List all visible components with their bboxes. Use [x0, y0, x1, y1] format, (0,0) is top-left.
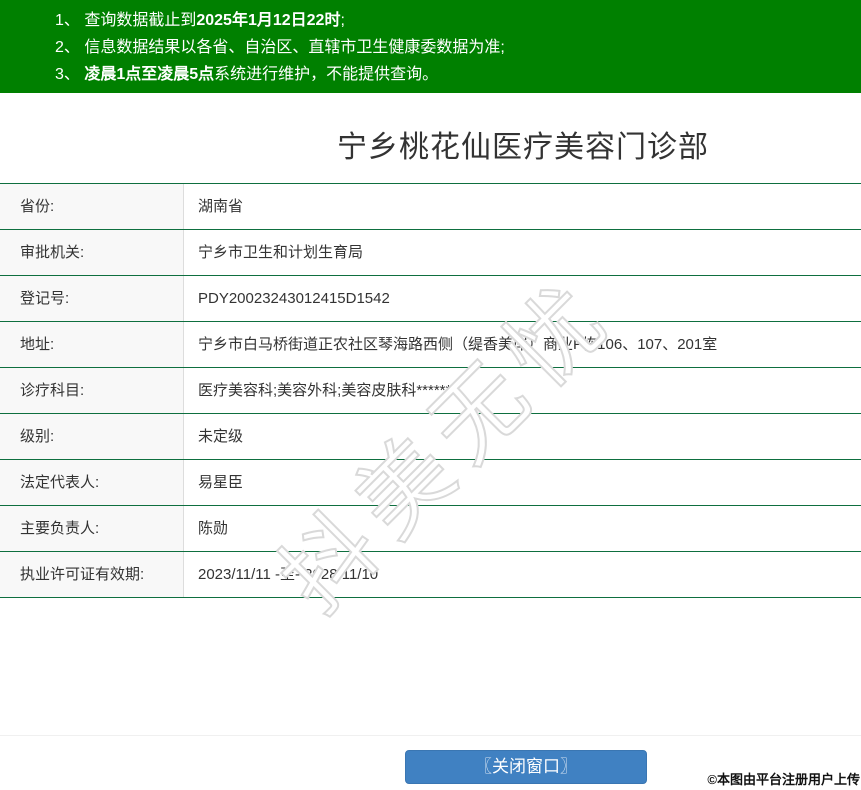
table-row: 省份: 湖南省: [0, 184, 861, 230]
table-row: 诊疗科目: 医疗美容科;美容外科;美容皮肤科******: [0, 368, 861, 414]
notice-text-bold: 2025年1月12日22时: [196, 12, 341, 29]
table-row: 地址: 宁乡市白马桥街道正农社区琴海路西侧（缇香美岸）商业F栋106、107、20…: [0, 322, 861, 368]
info-table: 省份: 湖南省 审批机关: 宁乡市卫生和计划生育局 登记号: PDY20023243012…: [0, 183, 861, 598]
close-window-button[interactable]: 〖关闭窗口〗: [405, 750, 647, 784]
row-label: 级别:: [0, 414, 184, 459]
notice-line-2: 2、 信息数据结果以各省、自治区、直辖市卫生健康委数据为准;: [55, 34, 851, 61]
row-label: 主要负责人:: [0, 506, 184, 551]
table-row: 法定代表人: 易星臣: [0, 460, 861, 506]
table-row: 级别: 未定级: [0, 414, 861, 460]
row-label: 登记号:: [0, 276, 184, 321]
row-label: 省份:: [0, 184, 184, 229]
notice-text: 2、 信息数据结果以各省、自治区、直辖市卫生健康委数据为准;: [55, 39, 505, 56]
table-row: 主要负责人: 陈勋: [0, 506, 861, 552]
row-label: 诊疗科目:: [0, 368, 184, 413]
row-value: PDY20023243012415D1542: [198, 290, 390, 307]
license-info-page: 1、 查询数据截止到2025年1月12日22时; 2、 信息数据结果以各省、自治区…: [0, 0, 861, 790]
notice-text: 1、 查询数据截止到: [55, 12, 197, 29]
notice-banner: 1、 查询数据截止到2025年1月12日22时; 2、 信息数据结果以各省、自治区…: [0, 0, 861, 93]
notice-line-1: 1、 查询数据截止到2025年1月12日22时;: [55, 7, 851, 34]
notice-text: ;: [340, 12, 345, 29]
row-value: 宁乡市白马桥街道正农社区琴海路西侧（缇香美岸）商业F栋106、107、201室: [198, 336, 718, 353]
page-title: 宁乡桃花仙医疗美容门诊部: [337, 131, 709, 164]
table-row: 执业许可证有效期: 2023/11/11 -至- 2028/11/10: [0, 552, 861, 598]
table-row: 审批机关: 宁乡市卫生和计划生育局: [0, 230, 861, 276]
notice-text-bold: 凌晨1点至凌晨5点: [84, 66, 215, 83]
row-value: 未定级: [198, 428, 244, 445]
upload-attribution-note: ©本图由平台注册用户上传: [707, 772, 860, 787]
row-label: 法定代表人:: [0, 460, 184, 505]
row-value: 2023/11/11 -至- 2028/11/10: [198, 566, 379, 583]
row-label: 执业许可证有效期:: [0, 552, 184, 597]
notice-text: 系统进行维护，不能提供查询。: [214, 66, 439, 83]
row-value: 医疗美容科;美容外科;美容皮肤科******: [198, 382, 452, 399]
row-value: 易星臣: [198, 474, 244, 491]
table-row: 登记号: PDY20023243012415D1542: [0, 276, 861, 322]
notice-text: 3、: [55, 66, 85, 83]
row-value: 陈勋: [198, 520, 229, 537]
row-value: 宁乡市卫生和计划生育局: [198, 244, 364, 261]
row-value: 湖南省: [198, 198, 244, 215]
row-label: 地址:: [0, 322, 184, 367]
notice-line-3: 3、 凌晨1点至凌晨5点系统进行维护，不能提供查询。: [55, 61, 851, 88]
footer-divider: [0, 735, 861, 736]
row-label: 审批机关:: [0, 230, 184, 275]
